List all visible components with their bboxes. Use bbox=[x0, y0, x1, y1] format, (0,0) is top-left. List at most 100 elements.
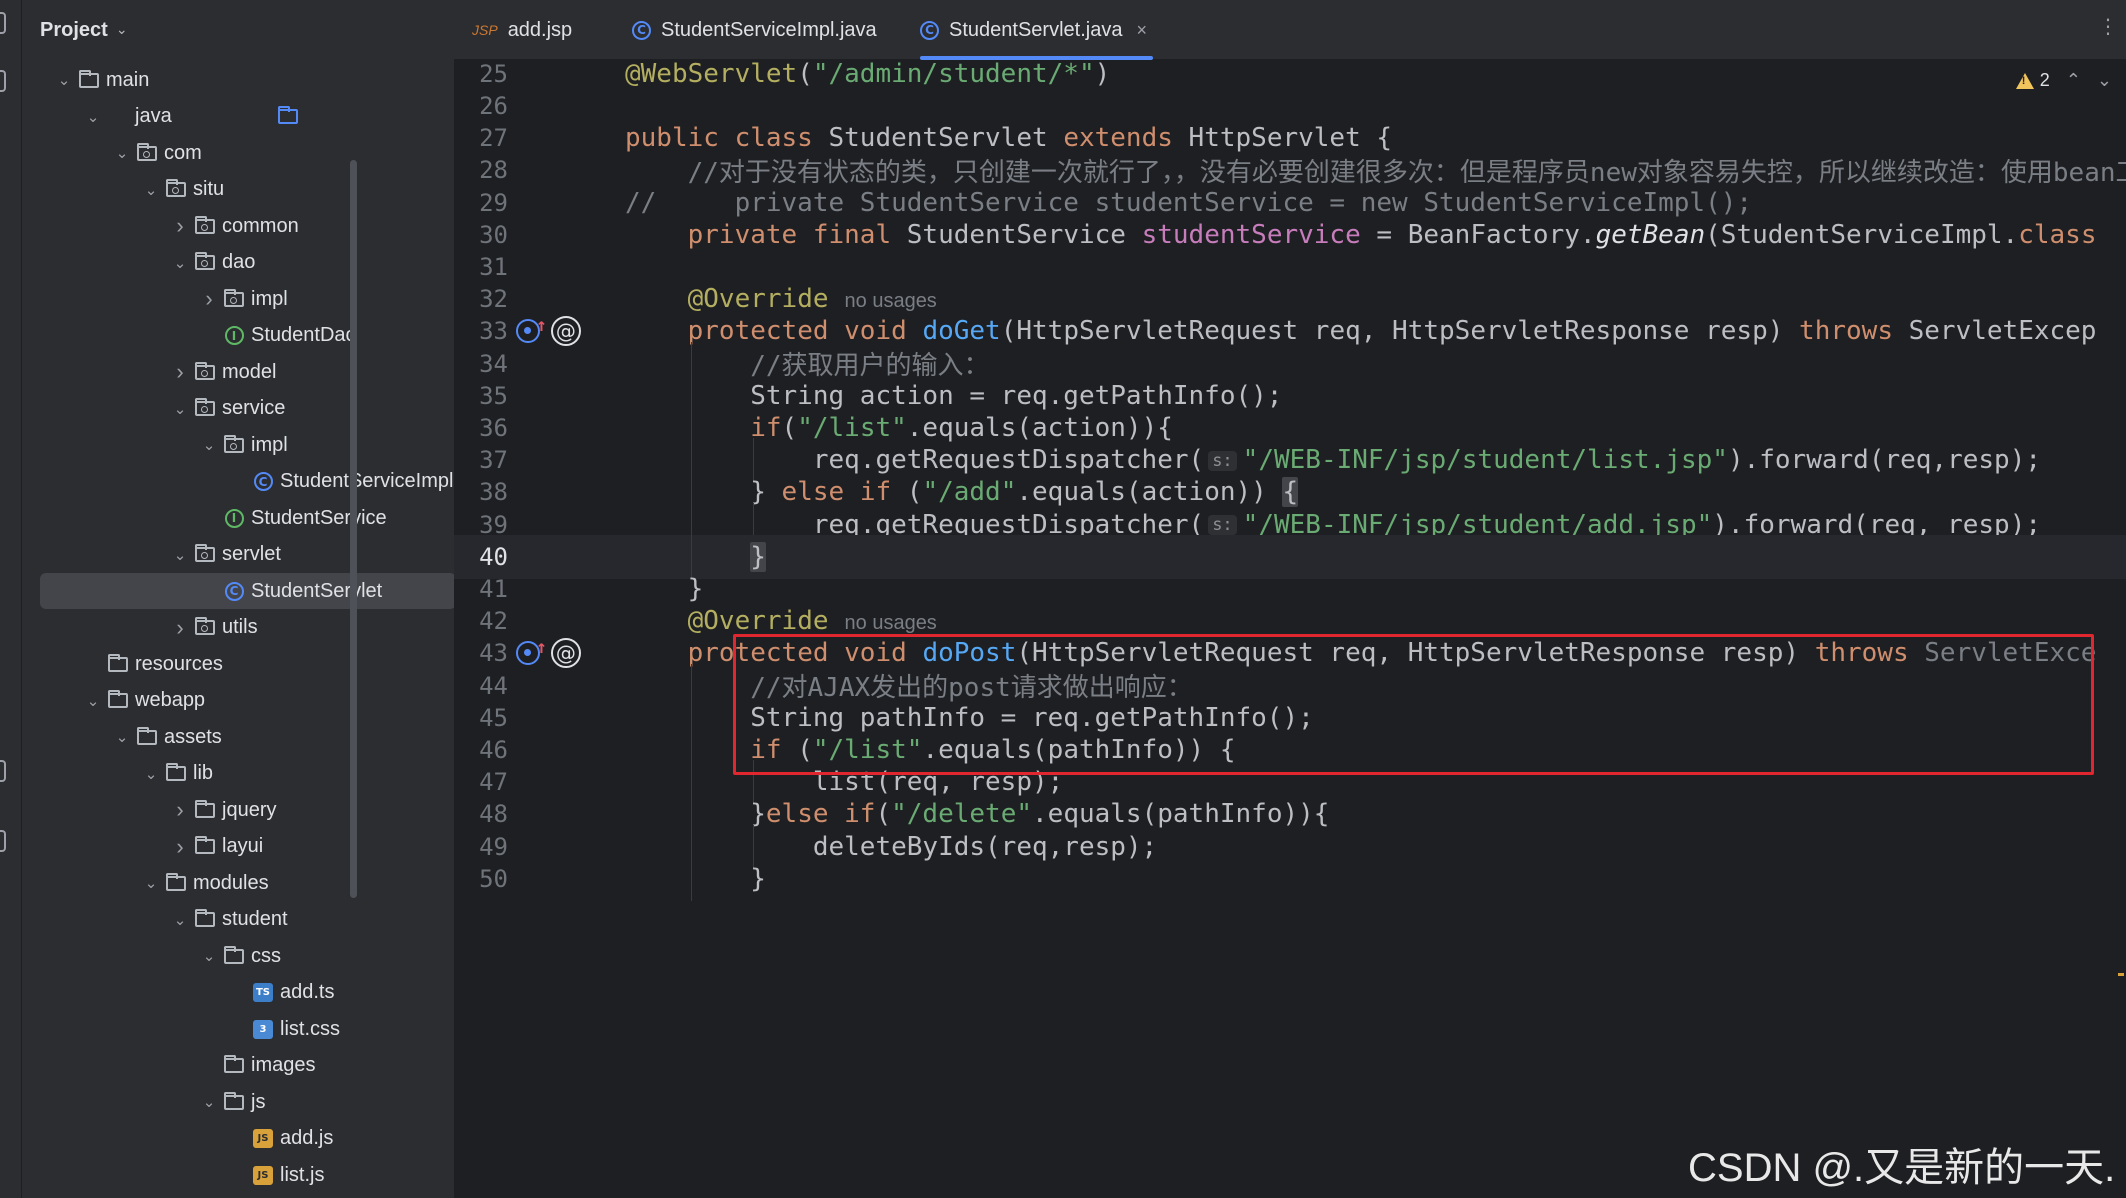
more-tabs-icon[interactable]: ⋮ bbox=[2098, 14, 2118, 38]
tab-student-servlet[interactable]: C StudentServlet.java × bbox=[920, 0, 1153, 60]
chevron-down-icon[interactable]: ⌄ bbox=[166, 254, 194, 272]
code-editor[interactable]: 25 @WebServlet("/admin/student/*") 26 27 pub… bbox=[454, 61, 2126, 1198]
tree-item-servlet[interactable]: ⌄ servlet bbox=[22, 537, 454, 573]
chevron-down-icon[interactable]: ⌄ bbox=[116, 22, 128, 38]
tree-item-studentdao[interactable]: I StudentDao bbox=[22, 318, 454, 354]
tree-item-dao[interactable]: ⌄ dao bbox=[22, 245, 454, 281]
chevron-down-icon[interactable]: ⌄ bbox=[108, 728, 136, 746]
parameter-hint: s: bbox=[1208, 515, 1237, 536]
project-title: Project bbox=[40, 18, 108, 41]
chevron-right-icon[interactable]: › bbox=[195, 286, 223, 312]
tab-add-jsp[interactable]: JSP add.jsp bbox=[472, 0, 572, 60]
project-tool-icon[interactable] bbox=[0, 12, 6, 34]
close-icon[interactable]: × bbox=[1136, 20, 1147, 41]
chevron-right-icon[interactable]: › bbox=[166, 213, 194, 239]
tree-item-label: resources bbox=[135, 652, 223, 675]
tree-item-common[interactable]: › common bbox=[22, 208, 454, 244]
tree-item-label: com bbox=[164, 141, 202, 164]
chevron-right-icon[interactable]: › bbox=[166, 359, 194, 385]
chevron-down-icon[interactable]: ⌄ bbox=[137, 765, 165, 783]
tree-item-layui[interactable]: › layui bbox=[22, 829, 454, 865]
override-icon[interactable] bbox=[516, 319, 540, 344]
tree-item-label: webapp bbox=[135, 689, 206, 711]
chevron-down-icon[interactable]: ⌄ bbox=[79, 692, 107, 710]
tree-item-lib[interactable]: ⌄ lib bbox=[22, 756, 454, 792]
tree-item-label: js bbox=[251, 1090, 266, 1113]
tree-item-css[interactable]: ⌄ css bbox=[22, 938, 454, 974]
activity-strip bbox=[0, 0, 22, 1198]
tree-item-resources[interactable]: resources bbox=[22, 646, 454, 682]
chevron-down-icon[interactable]: ⌄ bbox=[137, 874, 165, 892]
project-scrollbar[interactable] bbox=[350, 160, 357, 898]
tree-item-situ[interactable]: ⌄ situ bbox=[22, 172, 454, 208]
tree-item-label: modules bbox=[193, 871, 269, 894]
chevron-down-icon[interactable]: ⌄ bbox=[108, 144, 136, 162]
tree-item-service[interactable]: ⌄ service bbox=[22, 391, 454, 427]
class-icon: C bbox=[252, 472, 274, 491]
tree-item-jquery[interactable]: › jquery bbox=[22, 792, 454, 828]
code-token: } bbox=[625, 863, 766, 894]
chevron-down-icon[interactable]: ⌄ bbox=[195, 947, 223, 965]
chevron-up-icon[interactable]: ⌃ bbox=[2066, 70, 2081, 91]
tree-item-impl[interactable]: ⌄ impl bbox=[22, 427, 454, 463]
tree-item-impl[interactable]: › impl bbox=[22, 281, 454, 317]
tree-item-utils[interactable]: › utils bbox=[22, 610, 454, 646]
problems-indicator[interactable]: 2 ⌃ ⌄ bbox=[2015, 70, 2112, 91]
tree-item-java[interactable]: ⌄ java bbox=[22, 99, 454, 135]
tree-item-list-css[interactable]: 3 list.css bbox=[22, 1011, 454, 1047]
code-line[interactable]: 50 } bbox=[454, 857, 2126, 901]
chevron-down-icon[interactable]: ⌄ bbox=[2097, 70, 2112, 91]
tree-item-main[interactable]: ⌄ main bbox=[22, 62, 454, 98]
chevron-right-icon[interactable]: › bbox=[166, 615, 194, 641]
tab-student-service-impl[interactable]: C StudentServiceImpl.java bbox=[632, 0, 877, 60]
folder-icon bbox=[194, 909, 216, 929]
tree-item-add-ts[interactable]: TS add.ts bbox=[22, 975, 454, 1011]
tree-item-studentserviceimpl[interactable]: C StudentServiceImpl bbox=[22, 464, 454, 500]
tree-item-studentservice[interactable]: I StudentService bbox=[22, 500, 454, 536]
package-icon bbox=[194, 361, 216, 381]
chevron-right-icon[interactable]: › bbox=[166, 797, 194, 823]
tab-label: add.jsp bbox=[507, 18, 573, 41]
project-panel-header[interactable]: Project ⌄ bbox=[22, 0, 454, 60]
tree-item-label: servlet bbox=[222, 543, 281, 565]
chevron-right-icon[interactable]: › bbox=[166, 834, 194, 860]
tree-item-modules[interactable]: ⌄ modules bbox=[22, 865, 454, 901]
project-panel: Project ⌄ ⌄ main ⌄ java ⌄ com ⌄ situ › common ⌄ dao… bbox=[22, 0, 454, 1198]
chevron-down-icon[interactable]: ⌄ bbox=[166, 546, 194, 564]
tree-item-studentservlet[interactable]: C StudentServlet bbox=[40, 573, 454, 609]
js-file-icon: JS bbox=[252, 1165, 274, 1185]
tree-item-label: jquery bbox=[222, 798, 277, 821]
tree-item-label: impl bbox=[251, 287, 288, 310]
tree-item-list-js[interactable]: JS list.js bbox=[22, 1157, 454, 1193]
class-icon: C bbox=[920, 20, 939, 40]
tree-item-web-inf[interactable]: ⌄WEB-INF bbox=[22, 1194, 454, 1198]
folder-icon bbox=[194, 799, 216, 819]
tree-item-label: add.ts bbox=[280, 981, 335, 1003]
structure-tool-icon[interactable] bbox=[0, 70, 6, 92]
chevron-down-icon[interactable]: ⌄ bbox=[195, 1093, 223, 1111]
tree-item-student[interactable]: ⌄ student bbox=[22, 902, 454, 938]
tree-item-model[interactable]: › model bbox=[22, 354, 454, 390]
folder-icon bbox=[107, 653, 129, 673]
terminal-tool-icon[interactable] bbox=[0, 830, 6, 852]
chevron-down-icon[interactable]: ⌄ bbox=[166, 911, 194, 929]
tree-item-webapp[interactable]: ⌄ webapp bbox=[22, 683, 454, 719]
package-icon bbox=[194, 252, 216, 272]
chevron-down-icon[interactable]: ⌄ bbox=[137, 181, 165, 199]
tree-item-add-js[interactable]: JS add.js bbox=[22, 1121, 454, 1157]
tree-item-js[interactable]: ⌄ js bbox=[22, 1084, 454, 1120]
folder-icon bbox=[107, 690, 129, 710]
git-tool-icon[interactable] bbox=[0, 760, 6, 782]
package-icon bbox=[194, 215, 216, 235]
tree-item-label: StudentServiceImpl bbox=[280, 470, 454, 492]
tree-item-images[interactable]: images bbox=[22, 1048, 454, 1084]
chevron-down-icon[interactable]: ⌄ bbox=[50, 71, 78, 89]
override-icon[interactable] bbox=[516, 641, 540, 666]
chevron-down-icon[interactable]: ⌄ bbox=[195, 436, 223, 454]
tree-item-com[interactable]: ⌄ com bbox=[22, 135, 454, 171]
chevron-down-icon[interactable]: ⌄ bbox=[166, 400, 194, 418]
tree-item-label: common bbox=[222, 214, 299, 237]
chevron-down-icon[interactable]: ⌄ bbox=[79, 108, 107, 126]
tree-item-label: list.css bbox=[280, 1017, 340, 1040]
tree-item-assets[interactable]: ⌄ assets bbox=[22, 719, 454, 755]
